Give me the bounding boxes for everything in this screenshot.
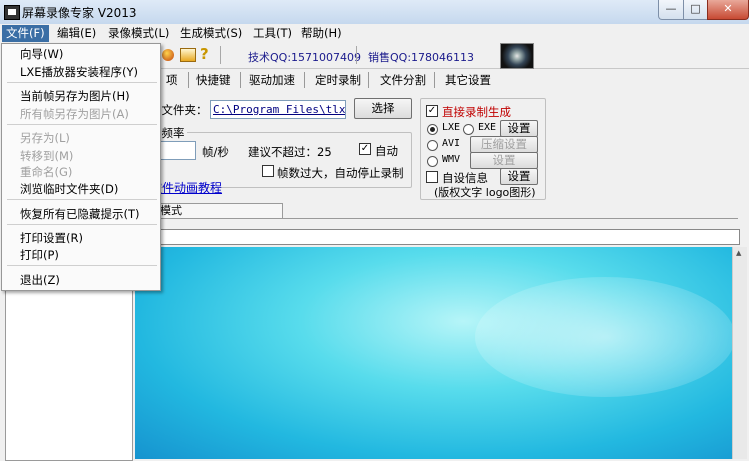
tab-file-split[interactable]: 文件分割 <box>374 72 432 88</box>
wmv-label: WMV <box>442 154 461 165</box>
preview-area[interactable] <box>135 247 735 459</box>
menu-separator <box>7 124 157 125</box>
edit-icon[interactable] <box>180 48 196 62</box>
wmv-radio[interactable] <box>427 156 438 167</box>
file-menu-dropdown: 向导(W) LXE播放器安装程序(Y) 当前帧另存为图片(H) 所有帧另存为图片… <box>1 43 161 291</box>
lxe-settings-button[interactable]: 设置 <box>500 120 538 137</box>
tab-divider <box>133 218 738 219</box>
menu-separator <box>7 265 157 266</box>
menu-item-rename[interactable]: 重命名(G) <box>20 164 72 180</box>
minimize-button[interactable]: — <box>658 0 684 20</box>
menu-generate-mode[interactable]: 生成模式(S) <box>176 25 246 42</box>
settings-tabs: 项 快捷键 驱动加速 定时录制 文件分割 其它设置 <box>160 68 500 92</box>
tab-record[interactable]: 项 <box>160 72 184 88</box>
galaxy-logo-icon[interactable] <box>500 43 534 69</box>
timeline-track[interactable] <box>133 229 740 245</box>
menu-item-save-as[interactable]: 另存为(L) <box>20 130 70 146</box>
record-icon[interactable] <box>162 49 174 61</box>
menu-item-wizard[interactable]: 向导(W) <box>20 46 63 62</box>
window-title: 屏幕录像专家 V2013 <box>22 6 137 20</box>
menu-separator <box>7 224 157 225</box>
app-icon <box>4 5 20 20</box>
help-icon[interactable]: ? <box>200 45 214 63</box>
tab-separator <box>434 72 435 88</box>
menu-separator <box>7 199 157 200</box>
menu-help[interactable]: 帮助(H) <box>297 25 346 42</box>
menu-item-save-all-frames[interactable]: 所有帧另存为图片(A) <box>20 106 129 122</box>
toolbar-separator <box>220 46 221 64</box>
menu-separator <box>7 82 157 83</box>
tab-scheduled-record[interactable]: 定时录制 <box>309 72 367 88</box>
tech-qq-label: 技术QQ:1571007409 <box>248 51 362 64</box>
menu-tools[interactable]: 工具(T) <box>249 25 296 42</box>
tab-separator <box>304 72 305 88</box>
close-button[interactable]: ✕ <box>707 0 749 20</box>
menu-item-print[interactable]: 打印(P) <box>20 247 59 263</box>
avi-label: AVI <box>442 138 461 149</box>
preview-vertical-scrollbar[interactable]: ▲ <box>732 247 747 459</box>
tab-separator <box>368 72 369 88</box>
lxe-label: LXE <box>442 122 461 133</box>
fps-unit-label: 帧/秒 <box>202 145 229 159</box>
menu-bar: 文件(F) 编辑(E) 录像模式(L) 生成模式(S) 工具(T) 帮助(H) <box>0 24 749 43</box>
auto-stop-label: 帧数过大，自动停止录制 <box>277 166 404 180</box>
exe-radio[interactable] <box>463 124 474 135</box>
direct-generate-label: 直接录制生成 <box>442 105 511 119</box>
tab-separator <box>188 72 189 88</box>
menu-item-move-to[interactable]: 转移到(M) <box>20 148 73 164</box>
preview-highlight <box>475 277 735 397</box>
auto-fps-label: 自动 <box>375 144 398 158</box>
menu-record-mode[interactable]: 录像模式(L) <box>104 25 173 42</box>
avi-radio[interactable] <box>427 140 438 151</box>
title-bar: 屏幕录像专家 V2013 — □ ✕ <box>0 0 749 24</box>
menu-item-lxe-player-installer[interactable]: LXE播放器安装程序(Y) <box>20 64 138 80</box>
menu-edit[interactable]: 编辑(E) <box>53 25 100 42</box>
custom-info-settings-button[interactable]: 设置 <box>500 168 538 185</box>
menu-item-print-setup[interactable]: 打印设置(R) <box>20 230 83 246</box>
compress-settings-button[interactable]: 压缩设置 <box>470 136 538 153</box>
lxe-radio[interactable] <box>427 124 438 135</box>
maximize-button[interactable]: □ <box>683 0 708 20</box>
menu-file[interactable]: 文件(F) <box>2 25 49 42</box>
toolbar-separator <box>356 46 357 64</box>
scroll-up-icon[interactable]: ▲ <box>736 249 741 257</box>
select-folder-button[interactable]: 选择 <box>354 98 412 119</box>
tab-separator <box>240 72 241 88</box>
menu-item-save-current-frame[interactable]: 当前帧另存为图片(H) <box>20 88 130 104</box>
tab-hotkeys[interactable]: 快捷键 <box>190 72 237 88</box>
tab-driver-accel[interactable]: 驱动加速 <box>243 72 301 88</box>
temp-folder-field[interactable]: C:\Program Files\tlxsof <box>210 100 346 119</box>
auto-stop-checkbox[interactable] <box>262 165 274 177</box>
custom-info-checkbox[interactable] <box>426 171 438 183</box>
wmv-settings-button[interactable]: 设置 <box>470 152 538 169</box>
toolbar: ? 技术QQ:1571007409 销售QQ:178046113 <box>160 43 749 69</box>
menu-item-restore-hidden-tips[interactable]: 恢复所有已隐藏提示(T) <box>20 206 140 222</box>
fps-suggestion-label: 建议不超过：25 <box>248 145 332 159</box>
menu-item-browse-temp-folder[interactable]: 浏览临时文件夹(D) <box>20 181 118 197</box>
sales-qq-label: 销售QQ:178046113 <box>368 51 475 64</box>
copyright-hint: (版权文字 logo图形) <box>434 186 536 199</box>
direct-generate-checkbox[interactable]: ✓ <box>426 105 438 117</box>
auto-fps-checkbox[interactable]: ✓ <box>359 143 371 155</box>
tab-other-settings[interactable]: 其它设置 <box>439 72 497 88</box>
menu-item-exit[interactable]: 退出(Z) <box>20 272 60 288</box>
exe-label: EXE <box>478 122 497 133</box>
